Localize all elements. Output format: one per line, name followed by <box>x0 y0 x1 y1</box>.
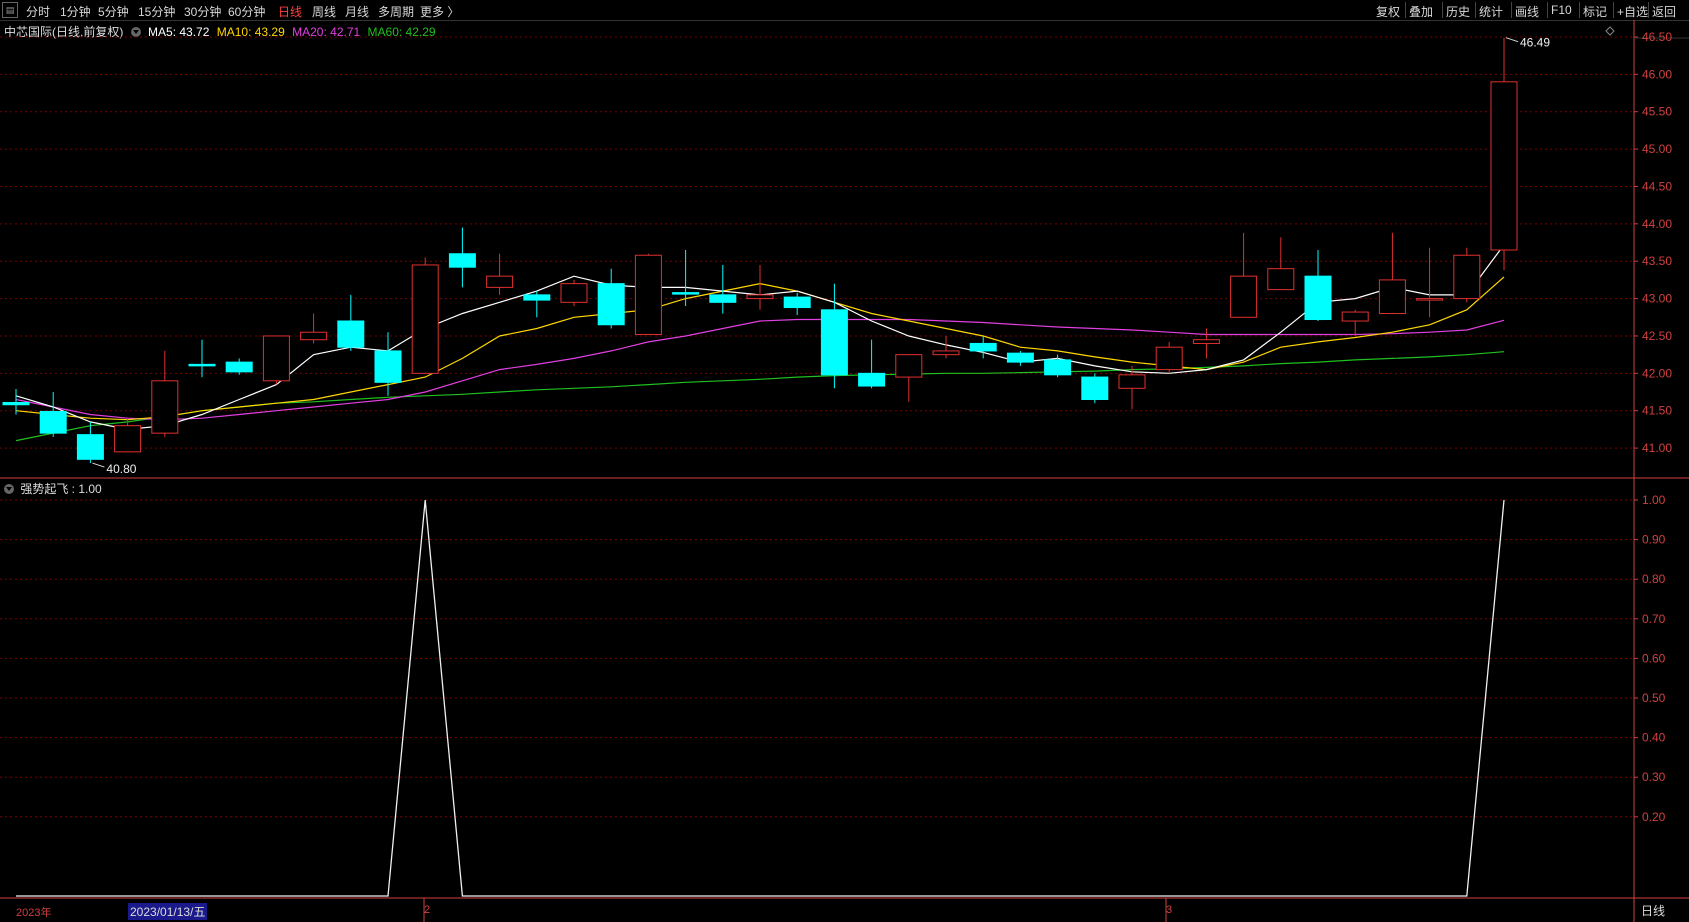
candle-body <box>448 253 476 268</box>
high-label: 46.49 <box>1520 36 1550 50</box>
diamond-icon <box>1605 26 1615 36</box>
candle-body <box>1490 81 1518 251</box>
candle-body <box>1341 311 1369 322</box>
candle-body <box>262 335 290 382</box>
candle-body <box>188 363 216 367</box>
candle-body <box>76 434 104 460</box>
candle-body <box>300 331 328 341</box>
candle-body <box>1155 346 1183 371</box>
candle-body <box>634 254 662 335</box>
indicator-tick-label: 0.30 <box>1642 770 1666 784</box>
candle-body <box>746 294 774 300</box>
indicator-tick-label: 1.00 <box>1642 493 1666 507</box>
price-tick-label: 42.50 <box>1642 329 1672 343</box>
date-year: 2023年 <box>16 907 52 919</box>
candle-body <box>672 292 700 295</box>
candle-body <box>1230 275 1258 318</box>
kline-chart[interactable]: 46.50 46.00 45.50 45.00 44.50 44.00 43.50 43.00… <box>0 0 1689 922</box>
price-tick-label: 41.00 <box>1642 441 1672 455</box>
candle-body <box>597 283 625 326</box>
price-tick-label: 42.00 <box>1642 366 1672 380</box>
candle-body <box>560 283 588 303</box>
indicator-tick-label: 0.40 <box>1642 731 1666 745</box>
indicator-tick-label: 0.70 <box>1642 612 1666 626</box>
candle-body <box>709 294 737 303</box>
candle-body <box>337 320 365 348</box>
price-tick-label: 44.50 <box>1642 179 1672 193</box>
indicator-tick-label: 0.20 <box>1642 810 1666 824</box>
price-tick-label: 43.00 <box>1642 292 1672 306</box>
period-tab[interactable]: 日线 <box>1641 902 1665 919</box>
candle-body <box>39 410 67 434</box>
price-tick-label: 46.00 <box>1642 67 1672 81</box>
price-tick-label: 45.00 <box>1642 142 1672 156</box>
indicator-tick-label: 0.60 <box>1642 651 1666 665</box>
candle-body <box>114 425 142 453</box>
candle-body <box>225 361 253 373</box>
candle-body <box>895 354 923 378</box>
price-tick-label: 41.50 <box>1642 404 1672 418</box>
candle-body <box>820 309 848 376</box>
candle-body <box>1192 339 1220 344</box>
price-tick-label: 44.00 <box>1642 217 1672 231</box>
candle-body <box>1304 275 1332 321</box>
indicator-tick-label: 0.50 <box>1642 691 1666 705</box>
candle-body <box>1006 352 1034 363</box>
candle-body <box>486 275 514 288</box>
high-pointer <box>1505 37 1519 43</box>
candle-body <box>1378 279 1406 315</box>
date-month-3: 3 <box>1166 904 1173 916</box>
candle-body <box>411 264 439 374</box>
low-pointer <box>92 462 105 468</box>
candle-body <box>932 350 960 356</box>
indicator-tick-label: 0.90 <box>1642 533 1666 547</box>
price-tick-label: 43.50 <box>1642 254 1672 268</box>
candle-body <box>151 380 179 434</box>
price-tick-label: 46.50 <box>1642 30 1672 44</box>
candle-body <box>783 296 811 309</box>
candle-body <box>2 401 30 406</box>
candle-body <box>1118 374 1146 389</box>
candle-body <box>374 350 402 383</box>
indicator-tick-label: 0.80 <box>1642 572 1666 586</box>
candle-body <box>858 372 886 387</box>
candle-body <box>1267 268 1295 291</box>
candle-body <box>1453 254 1481 300</box>
candle-body <box>969 342 997 352</box>
candle-body <box>1081 376 1109 401</box>
date-month-2: 2 <box>424 904 431 916</box>
candle-body <box>1044 359 1072 376</box>
candle-body <box>523 294 551 301</box>
candle-body <box>1416 298 1444 301</box>
selected-date: 2023/01/13/五 <box>128 903 208 920</box>
price-tick-label: 45.50 <box>1642 105 1672 119</box>
low-label: 40.80 <box>106 462 136 476</box>
